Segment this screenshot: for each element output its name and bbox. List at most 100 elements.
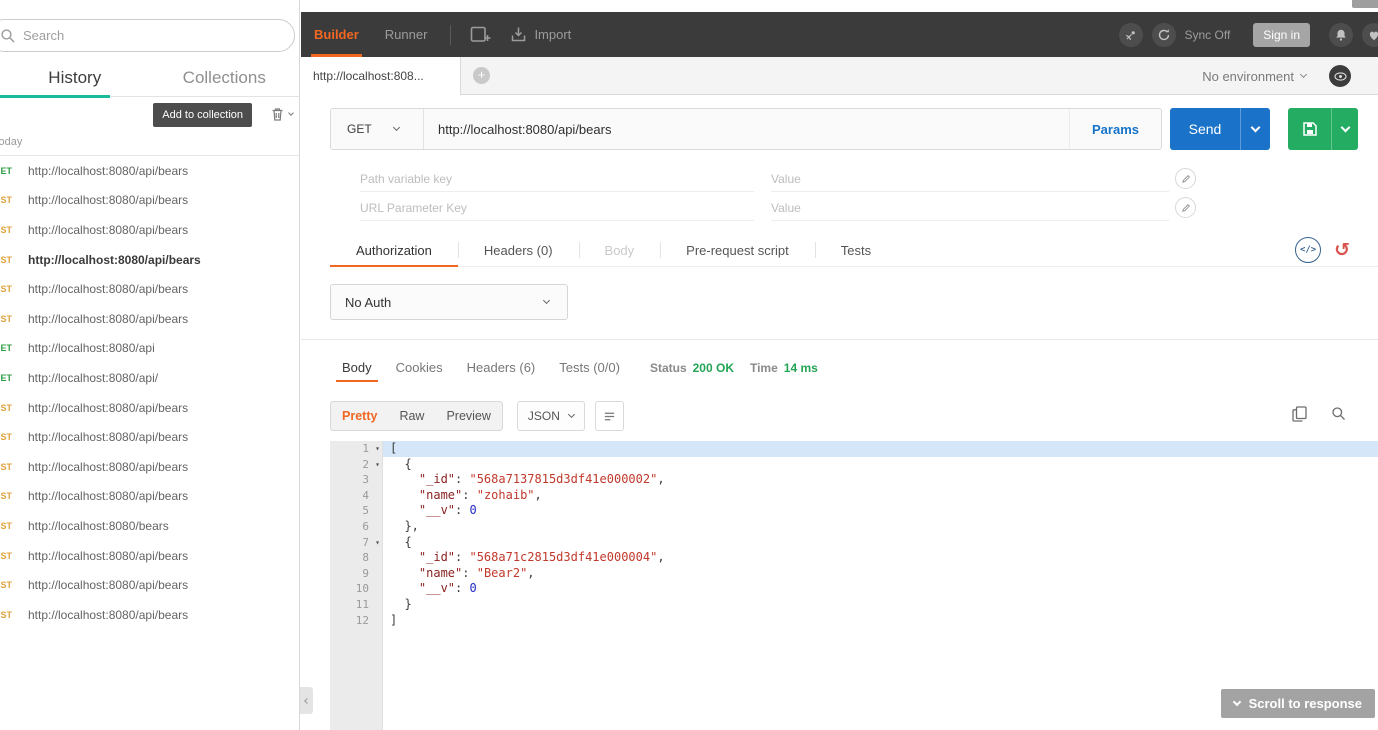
chevron-down-icon xyxy=(542,296,551,305)
method-label: POST xyxy=(0,609,12,620)
environment-selector[interactable]: No environment xyxy=(1202,69,1294,84)
method-label: POST xyxy=(0,461,12,472)
sync-icon[interactable] xyxy=(1151,22,1176,47)
format-dropdown[interactable]: JSON xyxy=(516,401,585,431)
auth-type-dropdown[interactable]: No Auth xyxy=(330,284,568,320)
path-variable-value-input[interactable] xyxy=(771,166,1169,192)
scroll-to-response-label: Scroll to response xyxy=(1248,696,1362,711)
code-text: ] xyxy=(390,612,398,627)
history-item[interactable]: POST http://localhost:8080/api/bears xyxy=(0,186,299,216)
code-text: { xyxy=(390,456,412,471)
line-number: 9 xyxy=(362,566,369,580)
request-tab-icons: </> ↺ xyxy=(1295,237,1378,263)
history-item[interactable]: GET http://localhost:8080/api/ xyxy=(0,363,299,393)
sign-in-button[interactable]: Sign in xyxy=(1253,22,1310,47)
code-line: 2 ▾ { xyxy=(330,457,1378,473)
environment-quicklook-eye-icon[interactable] xyxy=(1329,65,1351,87)
search-input[interactable] xyxy=(23,28,253,43)
method-label: POST xyxy=(0,520,12,531)
history-item[interactable]: POST http://localhost:8080/api/bears xyxy=(0,274,299,304)
request-tab-open[interactable]: http://localhost:808... xyxy=(301,57,461,95)
request-tab-body[interactable]: Body xyxy=(578,234,661,266)
history-item[interactable]: POST http://localhost:8080/api/bears xyxy=(0,452,299,482)
interceptor-icon[interactable] xyxy=(1118,22,1143,47)
nav-builder[interactable]: Builder xyxy=(301,12,372,57)
clear-history-button[interactable] xyxy=(270,106,294,122)
history-item[interactable]: POST http://localhost:8080/api/bears xyxy=(0,600,299,630)
edit-pencil-icon[interactable] xyxy=(1175,197,1196,218)
send-button[interactable]: Send xyxy=(1170,108,1270,150)
new-tab-button[interactable] xyxy=(461,26,501,44)
save-options-button[interactable] xyxy=(1332,122,1358,133)
method-label: POST xyxy=(0,402,12,413)
reset-icon[interactable]: ↺ xyxy=(1334,241,1350,260)
pane-divider xyxy=(301,339,1378,340)
response-tab-body[interactable]: Body xyxy=(330,351,384,384)
add-tab-button[interactable]: + xyxy=(473,67,490,84)
method-dropdown[interactable]: GET xyxy=(331,109,423,149)
line-number: 10 xyxy=(355,582,369,596)
code-text: "__v": 0 xyxy=(418,581,477,596)
sidebar-tab-history[interactable]: History xyxy=(0,59,150,98)
code-line: 5 "__v": 0 xyxy=(330,503,1378,519)
history-url: http://localhost:8080/api xyxy=(28,341,155,356)
generate-code-icon[interactable]: </> xyxy=(1295,237,1322,263)
request-tab-tests[interactable]: Tests xyxy=(814,234,897,266)
code-line: 3 "_id": "568a7137815d3df41e000002", xyxy=(330,472,1378,488)
view-mode-preview[interactable]: Preview xyxy=(435,402,501,430)
code-text: { xyxy=(390,534,412,549)
nav-runner[interactable]: Runner xyxy=(372,12,441,57)
feedback-heart-icon[interactable] xyxy=(1362,22,1378,47)
code-text: "name": "Bear2", xyxy=(418,565,535,580)
response-tab-headers-6[interactable]: Headers (6) xyxy=(455,351,548,384)
code-line: 10 "__v": 0 xyxy=(330,581,1378,597)
response-tab-cookies[interactable]: Cookies xyxy=(384,351,455,384)
request-tab-authorization[interactable]: Authorization xyxy=(330,234,458,267)
param-row xyxy=(301,166,1378,193)
method-label: POST xyxy=(0,580,12,591)
view-mode-raw[interactable]: Raw xyxy=(388,402,435,430)
history-item[interactable]: POST http://localhost:8080/api/bears xyxy=(0,393,299,423)
history-url: http://localhost:8080/api/bears xyxy=(28,311,189,326)
response-tab-tests-0-0[interactable]: Tests (0/0) xyxy=(547,351,632,384)
view-mode-pretty[interactable]: Pretty xyxy=(331,402,388,430)
fold-icon[interactable]: ▾ xyxy=(375,457,380,473)
history-item[interactable]: POST http://localhost:8080/api/bears xyxy=(0,541,299,571)
copy-icon[interactable] xyxy=(1292,406,1307,422)
code-line: 8 "_id": "568a71c2815d3df41e000004", xyxy=(330,550,1378,566)
history-item[interactable]: POST http://localhost:8080/api/bears xyxy=(0,304,299,334)
fold-icon[interactable]: ▾ xyxy=(375,441,380,457)
history-item[interactable]: POST http://localhost:8080/api/bears xyxy=(0,215,299,245)
history-item[interactable]: POST http://localhost:8080/api/bears xyxy=(0,422,299,452)
response-status: Status 200 OK Time 14 ms xyxy=(650,361,828,375)
add-to-collection-button[interactable]: Add to collection xyxy=(153,103,252,127)
history-item[interactable]: GET http://localhost:8080/api/bears xyxy=(0,156,299,186)
wrap-lines-button[interactable] xyxy=(594,401,624,431)
collapse-sidebar-handle[interactable] xyxy=(300,687,313,714)
history-item[interactable]: POST http://localhost:8080/api/bears xyxy=(0,570,299,600)
request-tab-headers-0[interactable]: Headers (0) xyxy=(457,234,579,266)
scroll-to-response-button[interactable]: Scroll to response xyxy=(1220,689,1375,718)
url-parameter-key-input[interactable] xyxy=(360,195,754,221)
notifications-bell-icon[interactable] xyxy=(1329,22,1353,47)
save-button[interactable] xyxy=(1288,108,1358,150)
import-button[interactable]: Import xyxy=(501,26,580,43)
sidebar-tabs: History Collections xyxy=(0,59,300,98)
search-response-icon[interactable] xyxy=(1331,406,1346,422)
fold-icon[interactable]: ▾ xyxy=(375,535,380,551)
send-options-button[interactable] xyxy=(1241,122,1270,133)
sidebar-tab-collections[interactable]: Collections xyxy=(150,59,300,96)
history-item[interactable]: GET http://localhost:8080/api xyxy=(0,334,299,364)
params-button[interactable]: Params xyxy=(1069,109,1161,149)
search-icon xyxy=(0,28,16,44)
history-item[interactable]: POST http://localhost:8080/api/bears xyxy=(0,245,299,275)
url-parameter-value-input[interactable] xyxy=(771,195,1169,221)
edit-pencil-icon[interactable] xyxy=(1175,168,1196,189)
code-line: 12] xyxy=(330,613,1378,629)
request-tab-pre-request-script[interactable]: Pre-request script xyxy=(660,234,815,266)
url-input[interactable] xyxy=(424,109,1070,149)
line-number: 8 xyxy=(362,551,369,565)
history-item[interactable]: POST http://localhost:8080/api/bears xyxy=(0,482,299,512)
path-variable-key-input[interactable] xyxy=(360,166,754,192)
history-item[interactable]: POST http://localhost:8080/bears xyxy=(0,511,299,541)
